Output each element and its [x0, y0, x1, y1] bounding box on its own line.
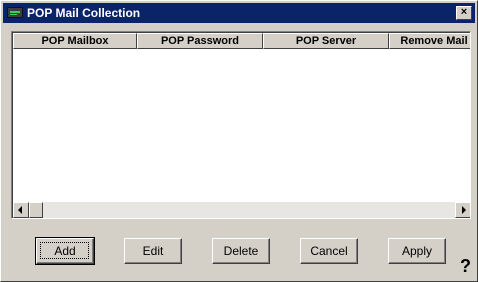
add-button[interactable]: Add [35, 237, 95, 265]
list-frame: POP Mailbox POP Password POP Server Remo… [12, 32, 470, 218]
pop-mail-collection-dialog: POP Mail Collection × POP Mailbox POP Pa… [0, 0, 478, 282]
arrow-left-icon [18, 206, 22, 214]
horizontal-scrollbar[interactable] [13, 202, 470, 218]
scroll-right-button[interactable] [455, 202, 470, 218]
apply-button-label: Apply [401, 244, 433, 258]
cancel-button-label: Cancel [310, 244, 348, 258]
delete-button-label: Delete [223, 244, 259, 258]
column-header-remove-mail[interactable]: Remove Mail [389, 33, 470, 49]
apply-button[interactable]: Apply [388, 238, 446, 264]
title-bar[interactable]: POP Mail Collection × [3, 3, 475, 23]
delete-button[interactable]: Delete [212, 238, 270, 264]
close-button[interactable]: × [456, 6, 472, 20]
column-header-pop-server[interactable]: POP Server [263, 33, 389, 49]
list-body[interactable] [13, 49, 470, 202]
window-title: POP Mail Collection [27, 6, 141, 20]
mail-app-icon [7, 7, 23, 18]
focus-rectangle [40, 242, 89, 259]
column-header-pop-mailbox[interactable]: POP Mailbox [13, 33, 137, 49]
scroll-left-button[interactable] [13, 202, 29, 218]
cancel-button[interactable]: Cancel [300, 238, 358, 264]
list-header: POP Mailbox POP Password POP Server Remo… [13, 33, 470, 49]
pop-accounts-list[interactable]: POP Mailbox POP Password POP Server Remo… [11, 31, 471, 219]
column-header-pop-password[interactable]: POP Password [137, 33, 263, 49]
help-icon[interactable]: ? [460, 257, 471, 275]
arrow-right-icon [462, 206, 466, 214]
edit-button[interactable]: Edit [124, 238, 182, 264]
edit-button-label: Edit [142, 244, 164, 258]
scroll-thumb[interactable] [29, 202, 43, 218]
